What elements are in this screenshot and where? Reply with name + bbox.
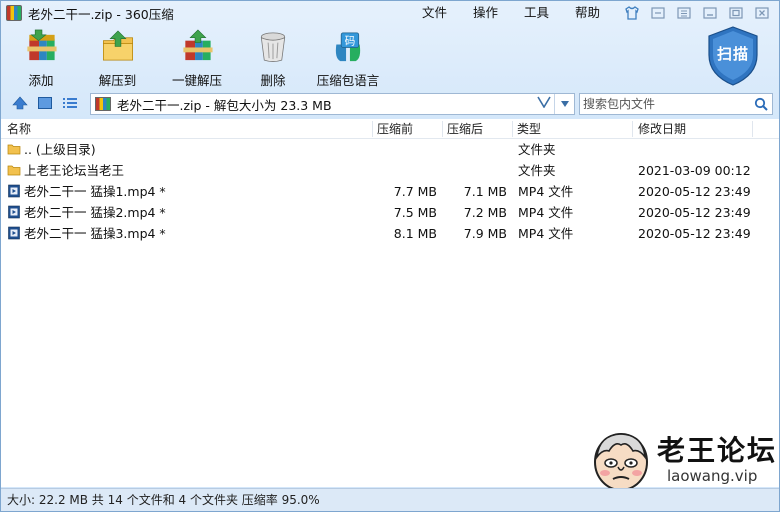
table-row[interactable]: 老外二干一 猛操2.mp4 * 7.5 MB 7.2 MB MP4 文件 202… — [1, 202, 779, 223]
file-size-after — [447, 139, 507, 160]
file-size-before — [377, 160, 437, 181]
add-archive-icon — [27, 29, 57, 61]
address-path: 老外二干一.zip - 解包大小为 23.3 MB — [117, 97, 332, 113]
folder-icon — [7, 144, 21, 155]
maximize-icon[interactable] — [725, 4, 747, 21]
file-name: 老外二干一 猛操3.mp4 * — [24, 226, 166, 241]
trash-bin-icon — [260, 32, 286, 62]
menu-help[interactable]: 帮助 — [562, 1, 613, 25]
address-bar[interactable]: 老外二干一.zip - 解包大小为 23.3 MB — [90, 93, 575, 115]
col-divider[interactable] — [442, 121, 443, 137]
chevron-down-icon[interactable] — [534, 96, 554, 112]
file-size-before: 8.1 MB — [393, 226, 437, 241]
status-text: 大小: 22.2 MB 共 14 个文件和 4 个文件夹 压缩率 95.0% — [7, 493, 320, 507]
file-type: 文件夹 — [518, 142, 556, 157]
file-type: MP4 文件 — [518, 184, 574, 199]
file-name: 老外二干一 猛操2.mp4 * — [24, 205, 166, 220]
old-man-mascot-icon — [594, 433, 648, 491]
col-compressed[interactable]: 压缩前 — [377, 119, 413, 139]
col-divider[interactable] — [372, 121, 373, 137]
col-modified[interactable]: 修改日期 — [638, 119, 686, 139]
file-name: 上老王论坛当老王 — [24, 163, 125, 178]
menu-file[interactable]: 文件 — [409, 1, 460, 25]
one-click-extract-label: 一键解压 — [171, 73, 222, 88]
site-watermark: 老王论坛 laowang.vip — [589, 427, 779, 493]
scan-button[interactable]: 扫描 — [705, 25, 761, 87]
file-name: 老外二干一 猛操1.mp4 * — [24, 184, 166, 199]
skin-shirt-icon[interactable] — [621, 4, 643, 21]
one-click-extract-icon — [183, 29, 213, 61]
file-size-before: 7.7 MB — [393, 184, 437, 199]
watermark-title: 老王论坛 — [657, 434, 778, 467]
address-row: 老外二干一.zip - 解包大小为 23.3 MB — [1, 92, 779, 116]
app-zip-icon — [6, 5, 22, 21]
file-date: 2020-05-12 23:49 — [638, 184, 751, 199]
thumbnail-view-icon[interactable] — [36, 94, 54, 112]
zip-file-icon — [95, 97, 111, 111]
search-icon[interactable] — [751, 95, 771, 113]
window-title: 老外二干一.zip - 360压缩 — [28, 6, 174, 22]
col-divider[interactable] — [512, 121, 513, 137]
history-dropdown-icon[interactable] — [554, 94, 574, 114]
col-name[interactable]: 名称 — [7, 119, 31, 139]
list-header: 名称 压缩前 压缩后 类型 修改日期 — [1, 119, 779, 139]
file-size-after — [447, 160, 507, 181]
menu-tools[interactable]: 工具 — [511, 1, 562, 25]
file-date: 2020-05-12 23:49 — [638, 226, 751, 241]
main-toolbar: 添加 解压到 一键解压 删除 码 压缩包语言 — [1, 27, 390, 89]
address-controls — [534, 94, 574, 114]
file-name: .. (上级目录) — [24, 142, 96, 157]
col-type[interactable]: 类型 — [517, 119, 541, 139]
folder-icon — [7, 165, 21, 176]
col-after[interactable]: 压缩后 — [447, 119, 483, 139]
video-file-icon — [8, 226, 20, 240]
window-controls — [621, 4, 773, 21]
extract-folder-icon — [102, 30, 133, 61]
video-file-icon — [8, 184, 20, 198]
table-row[interactable]: 上老王论坛当老王 文件夹 2021-03-09 00:12 — [1, 160, 779, 181]
table-row[interactable]: 老外二干一 猛操3.mp4 * 8.1 MB 7.9 MB MP4 文件 202… — [1, 223, 779, 244]
file-size-before — [377, 139, 437, 160]
status-bar: 大小: 22.2 MB 共 14 个文件和 4 个文件夹 压缩率 95.0% — [1, 488, 779, 511]
watermark-site: laowang.vip — [667, 467, 758, 485]
table-row[interactable]: 老外二干一 猛操1.mp4 * 7.7 MB 7.1 MB MP4 文件 202… — [1, 181, 779, 202]
scan-label: 扫描 — [716, 45, 749, 63]
language-code-glyph: 码 — [345, 35, 356, 48]
video-file-icon — [8, 205, 20, 219]
col-divider[interactable] — [752, 121, 753, 137]
list-view-icon[interactable] — [61, 94, 79, 112]
file-type: MP4 文件 — [518, 226, 574, 241]
menu-operate[interactable]: 操作 — [460, 1, 511, 25]
file-size-after: 7.1 MB — [463, 184, 507, 199]
archive-language-button[interactable]: 码 压缩包语言 — [306, 27, 390, 89]
search-input[interactable] — [583, 95, 751, 113]
delete-button[interactable]: 删除 — [240, 27, 306, 89]
close-icon[interactable] — [751, 4, 773, 21]
file-size-after: 7.9 MB — [463, 226, 507, 241]
minimize-icon[interactable] — [699, 4, 721, 21]
col-divider[interactable] — [632, 121, 633, 137]
feedback-icon[interactable] — [647, 4, 669, 21]
file-date: 2021-03-09 00:12 — [638, 163, 751, 178]
extract-to-button[interactable]: 解压到 — [81, 27, 154, 89]
archive-language-label: 压缩包语言 — [316, 73, 380, 88]
language-code-icon: 码 — [335, 32, 361, 62]
file-size-before: 7.5 MB — [393, 205, 437, 220]
search-box — [579, 93, 773, 115]
extract-to-label: 解压到 — [98, 73, 137, 88]
add-label: 添加 — [28, 73, 54, 88]
add-button[interactable]: 添加 — [1, 27, 81, 89]
delete-label: 删除 — [260, 73, 286, 88]
file-type: MP4 文件 — [518, 205, 574, 220]
file-date: 2020-05-12 23:49 — [638, 205, 751, 220]
table-row[interactable]: .. (上级目录) 文件夹 — [1, 139, 779, 160]
app-window: 老外二干一.zip - 360压缩 文件 操作 工具 帮助 添加 解压到 一键解… — [0, 0, 780, 512]
menu-dropdown-icon[interactable] — [673, 4, 695, 21]
one-click-extract-button[interactable]: 一键解压 — [154, 27, 240, 89]
menu-bar: 文件 操作 工具 帮助 — [409, 1, 613, 25]
file-type: 文件夹 — [518, 163, 556, 178]
file-size-after: 7.2 MB — [463, 205, 507, 220]
up-arrow-icon[interactable] — [11, 94, 29, 112]
